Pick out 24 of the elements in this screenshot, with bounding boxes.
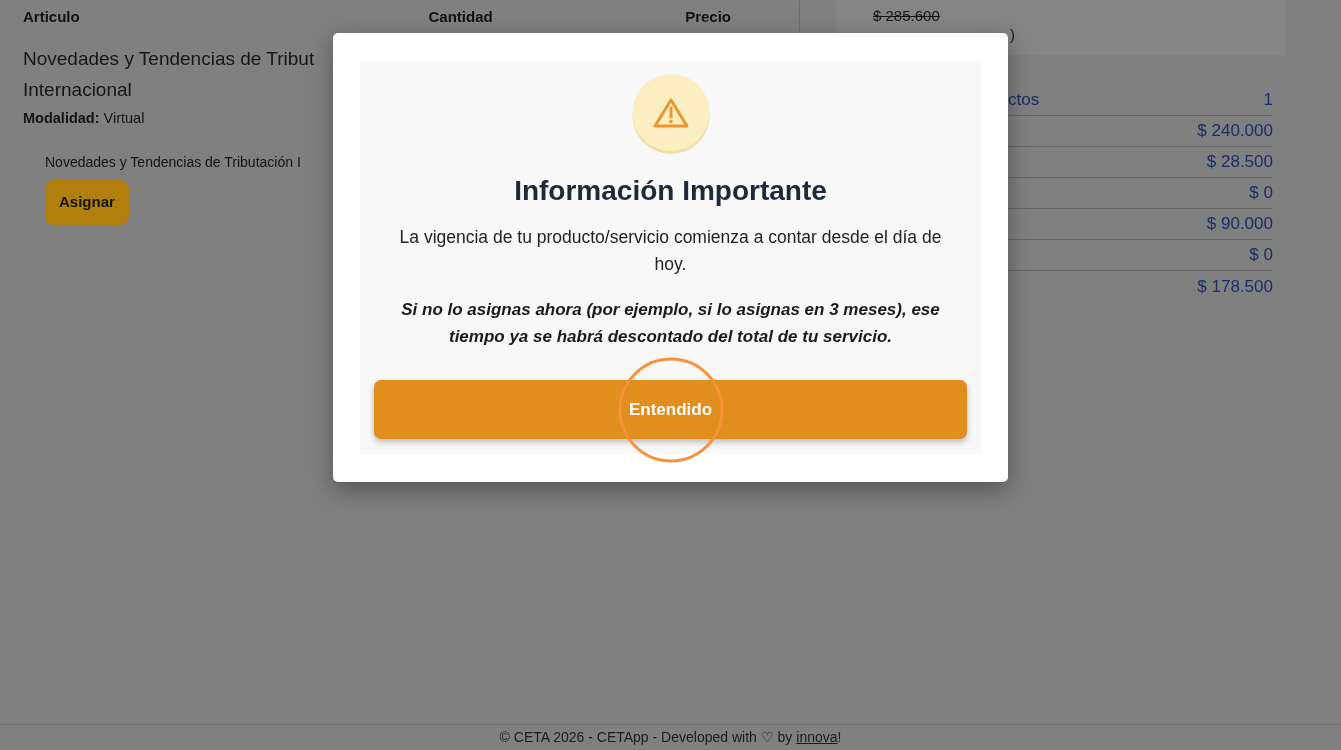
summary-value: 1 xyxy=(1263,89,1273,112)
original-price: $ 285.600 xyxy=(873,7,940,24)
summary-value: $ 28.500 xyxy=(1206,151,1273,174)
footer-text: © CETA 2026 - CETApp - Developed with ♡ by innova! xyxy=(499,728,842,747)
assigned-item-label: Novedades y Tendencias de Tributación I xyxy=(45,153,301,172)
assign-button[interactable]: Asignar xyxy=(45,180,129,225)
summary-value: $ 0 xyxy=(1249,182,1273,205)
column-header: Articulo xyxy=(23,7,80,25)
summary-value: $ 240.000 xyxy=(1197,120,1273,143)
column-header: Cantidad xyxy=(428,7,493,25)
price-note: ) xyxy=(1010,26,1015,43)
summary-label: ctos xyxy=(1008,89,1040,112)
summary-value: $ 178.500 xyxy=(1197,275,1273,298)
modal-message: La vigencia de tu producto/servicio comienza a contar desde el día de hoy. xyxy=(398,226,943,276)
summary-value: $ 0 xyxy=(1249,244,1273,267)
warning-icon xyxy=(630,74,711,154)
confirm-button[interactable]: Entendido xyxy=(374,380,967,439)
modal-warning-text: Si no lo asignas ahora (por ejemplo, si lo asignas en 3 meses), ese tiempo ya se habrá descontado del total de tu servicio. xyxy=(400,299,941,348)
product-title: Novedades y Tendencias de Tribut Internacional xyxy=(23,47,315,102)
column-header: Precio xyxy=(685,7,731,25)
footer-link[interactable]: innova xyxy=(796,729,838,745)
modality-text: Modalidad: Virtual xyxy=(23,109,145,128)
summary-value: $ 90.000 xyxy=(1206,213,1273,236)
modal-title: Información Importante xyxy=(513,174,828,208)
